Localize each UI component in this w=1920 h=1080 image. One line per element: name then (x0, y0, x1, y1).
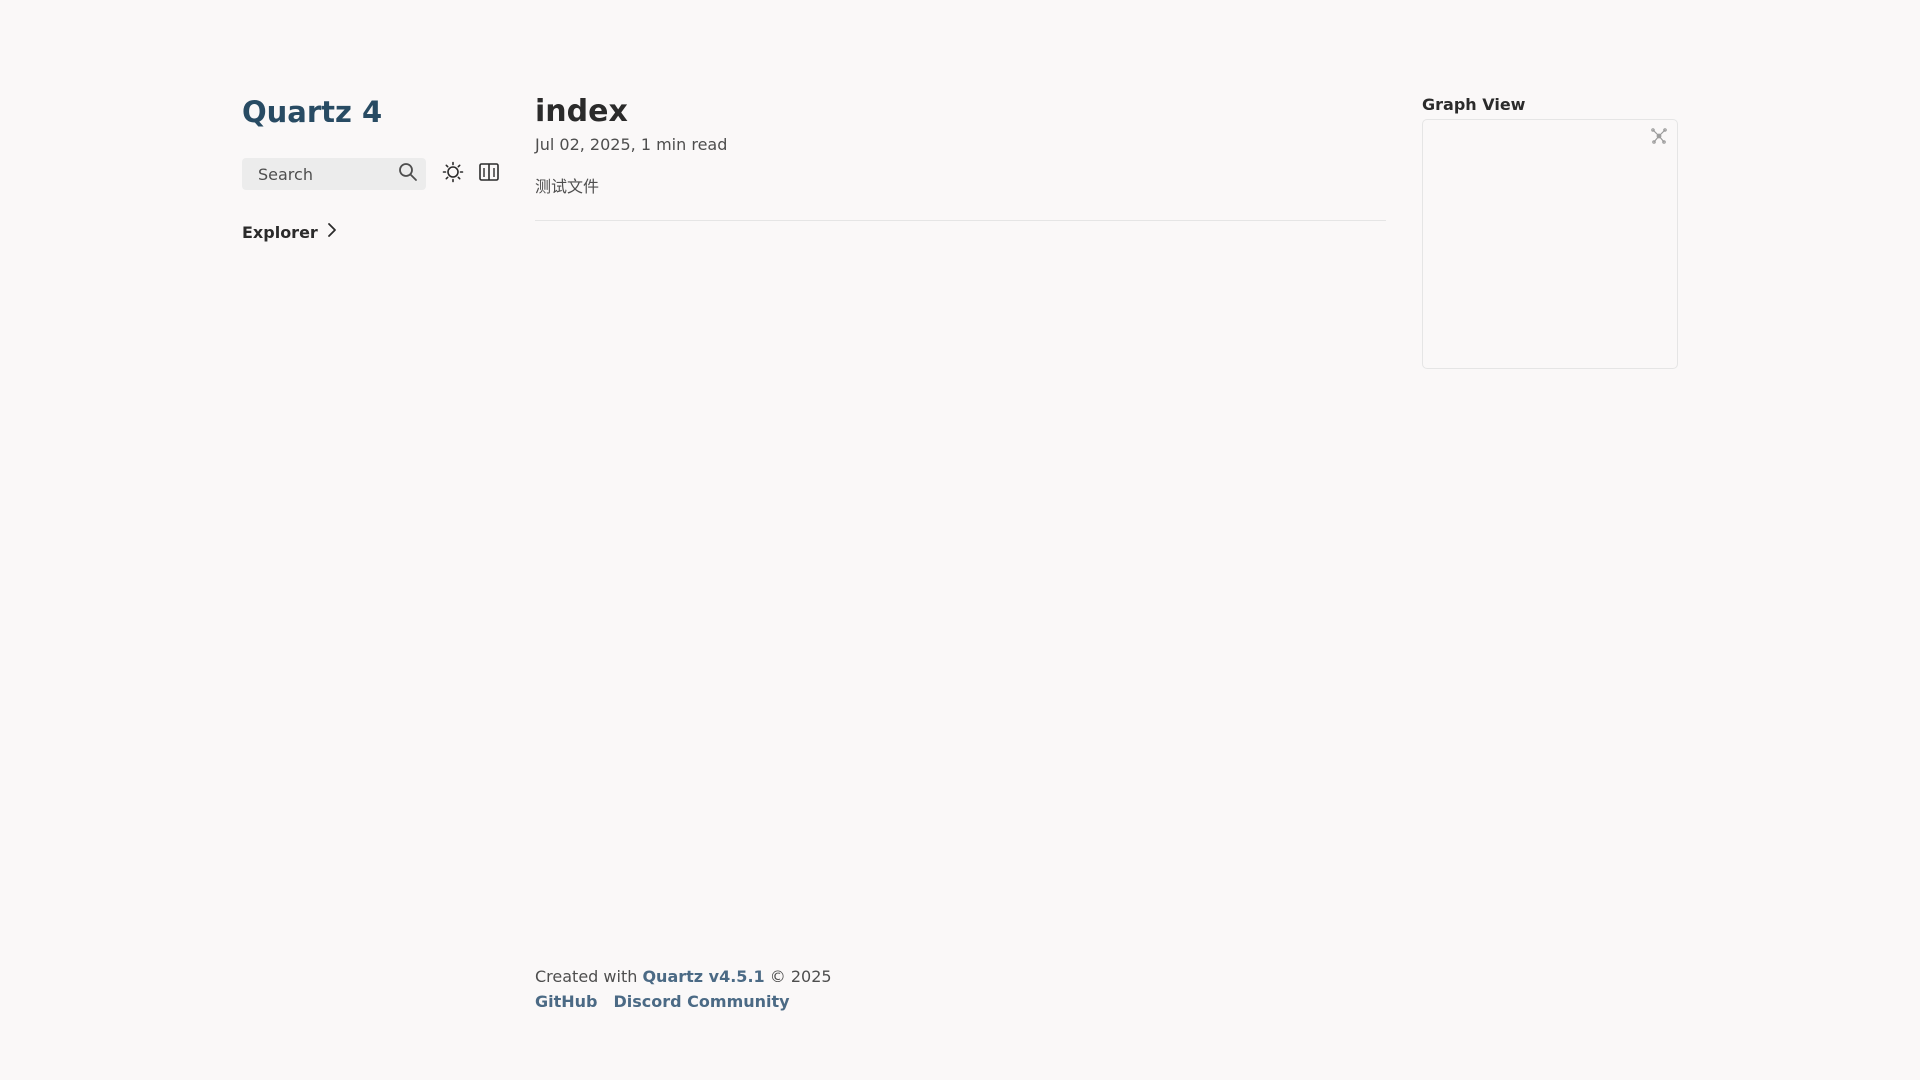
search-icon (398, 162, 418, 186)
footer: Created with Quartz v4.5.1 © 2025 GitHub… (535, 966, 832, 1013)
right-sidebar: Graph View (1422, 94, 1678, 369)
page: Quartz 4 Search Explorer index Jul 02, 2… (0, 0, 1920, 1080)
quartz-link[interactable]: Quartz v4.5.1 (642, 967, 764, 986)
content-divider (535, 220, 1386, 221)
toolbar: Search (242, 158, 512, 190)
reader-mode-toggle[interactable] (476, 161, 502, 187)
article-body: 测试文件 (535, 177, 600, 196)
book-icon (478, 161, 500, 187)
graph-view-title: Graph View (1422, 95, 1526, 114)
footer-credit: Created with Quartz v4.5.1 © 2025 (535, 966, 832, 988)
discord-link[interactable]: Discord Community (614, 991, 790, 1013)
content-meta: Jul 02, 2025, 1 min read (535, 134, 1386, 156)
article-date: Jul 02, 2025 (535, 135, 631, 154)
read-time: 1 min read (640, 135, 728, 154)
graph-container[interactable] (1422, 119, 1678, 369)
site-title[interactable]: Quartz 4 (242, 92, 512, 132)
global-graph-button[interactable] (1649, 128, 1669, 148)
explorer-toggle[interactable]: Explorer (242, 220, 512, 244)
search-button[interactable]: Search (242, 158, 426, 190)
footer-links: GitHub Discord Community (535, 991, 832, 1013)
meta-separator: , (630, 135, 641, 154)
footer-created-prefix: Created with (535, 967, 638, 986)
article-title: index (535, 94, 628, 129)
global-graph-icon (1650, 127, 1668, 149)
left-sidebar: Quartz 4 Search Explorer (242, 92, 512, 244)
explorer-label: Explorer (242, 222, 318, 242)
github-link[interactable]: GitHub (535, 991, 598, 1013)
chevron-right-icon (318, 221, 338, 243)
sun-icon (442, 161, 464, 187)
darkmode-toggle[interactable] (440, 161, 466, 187)
main-content: index Jul 02, 2025, 1 min read 测试文件 (535, 92, 1386, 221)
footer-copyright: © 2025 (769, 967, 832, 986)
search-placeholder: Search (258, 164, 313, 184)
